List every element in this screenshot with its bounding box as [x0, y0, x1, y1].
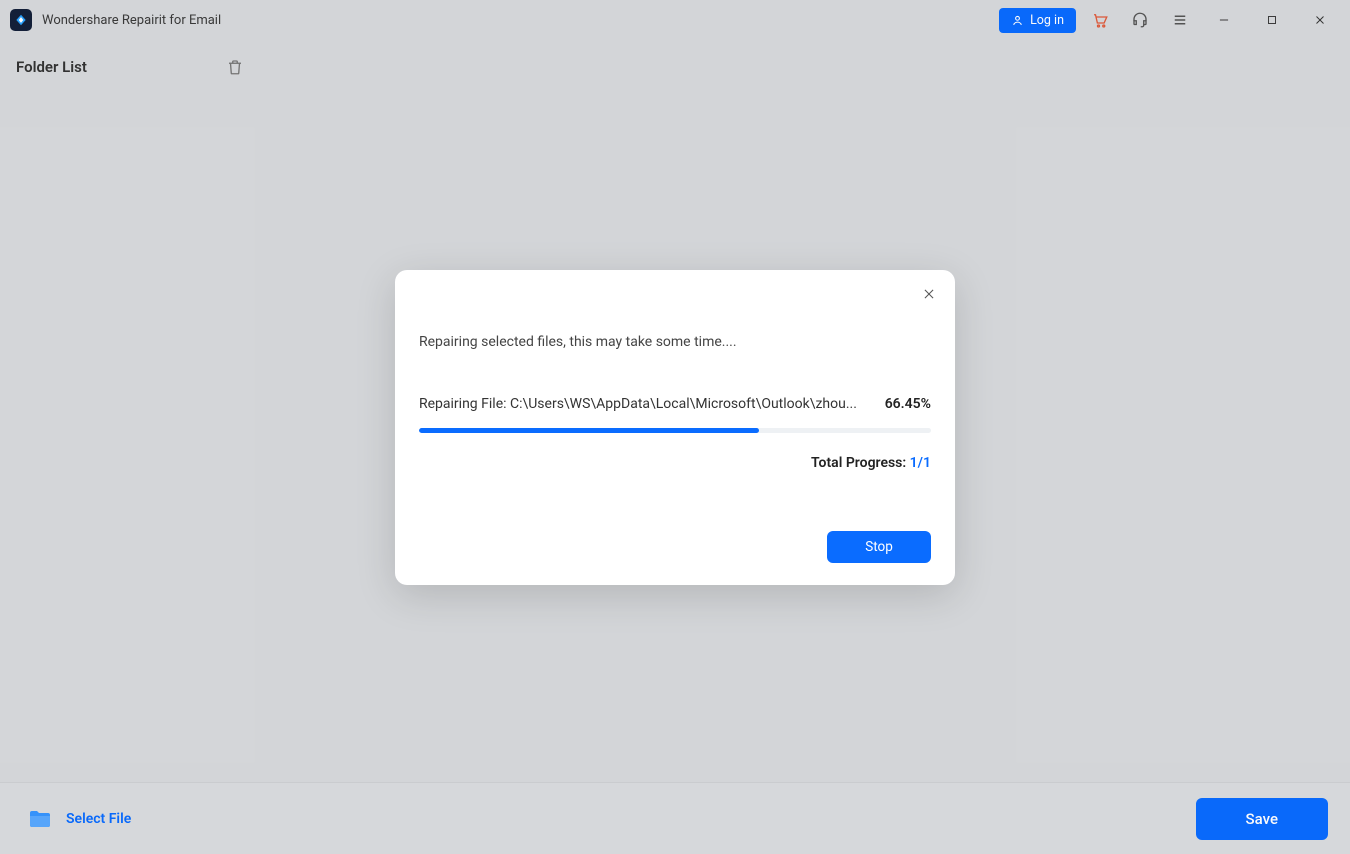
progress-file-row: Repairing File: C:\Users\WS\AppData\Loca…: [419, 396, 931, 412]
progress-message: Repairing selected files, this may take …: [419, 334, 931, 350]
total-progress-label: Total Progress:: [811, 455, 910, 471]
modal-overlay: Repairing selected files, this may take …: [0, 0, 1350, 854]
progress-bar-fill: [419, 428, 759, 433]
progress-percent: 66.45%: [885, 396, 931, 412]
progress-dialog: Repairing selected files, this may take …: [395, 270, 955, 585]
total-progress-current: 1: [910, 455, 918, 471]
total-progress-row: Total Progress: 1/1: [419, 455, 931, 471]
total-progress-total: 1: [923, 455, 931, 471]
modal-actions: Stop: [419, 531, 931, 563]
stop-button[interactable]: Stop: [827, 531, 931, 563]
progress-file-label: Repairing File: C:\Users\WS\AppData\Loca…: [419, 396, 865, 412]
progress-bar: [419, 428, 931, 433]
close-icon[interactable]: [917, 282, 941, 306]
